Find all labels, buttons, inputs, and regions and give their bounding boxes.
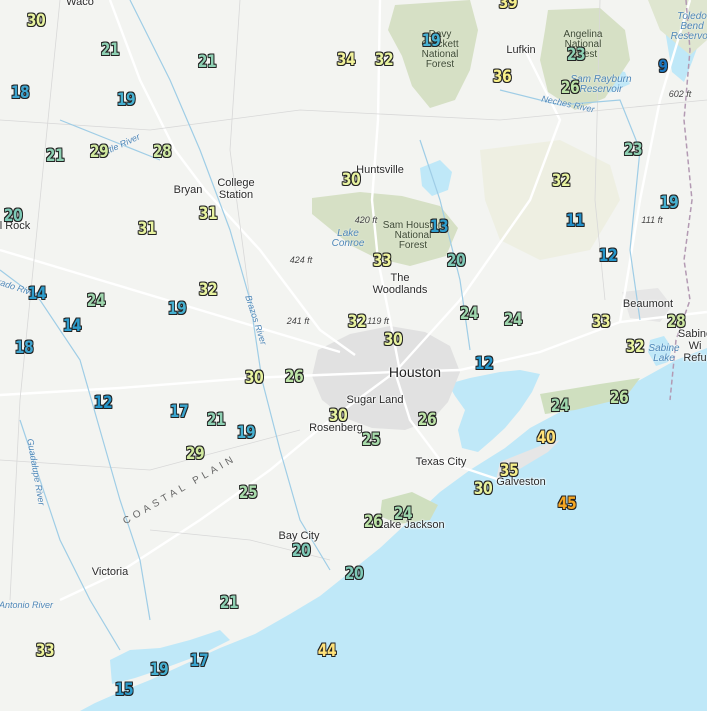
value-marker[interactable]: 24 bbox=[459, 304, 478, 325]
value-marker[interactable]: 24 bbox=[550, 396, 569, 417]
value-marker[interactable]: 30 bbox=[473, 479, 492, 500]
value-marker[interactable]: 30 bbox=[244, 368, 263, 389]
value-marker[interactable]: 21 bbox=[45, 146, 64, 167]
value-marker[interactable]: 32 bbox=[198, 280, 217, 301]
value-marker[interactable]: 20 bbox=[3, 206, 22, 227]
value-marker[interactable]: 24 bbox=[393, 504, 412, 525]
value-marker[interactable]: 12 bbox=[598, 246, 617, 267]
value-marker[interactable]: 33 bbox=[372, 251, 391, 272]
value-marker[interactable]: 21 bbox=[197, 52, 216, 73]
basemap bbox=[0, 0, 707, 711]
value-marker[interactable]: 26 bbox=[560, 78, 579, 99]
value-marker[interactable]: 30 bbox=[26, 11, 45, 32]
value-marker[interactable]: 29 bbox=[185, 444, 204, 465]
value-marker[interactable]: 19 bbox=[659, 193, 678, 214]
value-marker[interactable]: 23 bbox=[566, 45, 585, 66]
value-marker[interactable]: 26 bbox=[363, 512, 382, 533]
value-marker[interactable]: 19 bbox=[236, 423, 255, 444]
value-marker[interactable]: 17 bbox=[169, 402, 188, 423]
value-marker[interactable]: 26 bbox=[609, 388, 628, 409]
value-marker[interactable]: 28 bbox=[666, 312, 685, 333]
value-marker[interactable]: 24 bbox=[86, 291, 105, 312]
value-marker[interactable]: 33 bbox=[591, 312, 610, 333]
value-marker[interactable]: 44 bbox=[317, 641, 336, 662]
value-marker[interactable]: 28 bbox=[152, 142, 171, 163]
value-marker[interactable]: 17 bbox=[189, 651, 208, 672]
davy-crockett-forest bbox=[388, 0, 478, 108]
value-marker[interactable]: 21 bbox=[219, 593, 238, 614]
value-marker[interactable]: 32 bbox=[551, 171, 570, 192]
value-marker[interactable]: 40 bbox=[536, 428, 555, 449]
sabine-lake-shape bbox=[648, 336, 672, 366]
value-marker[interactable]: 26 bbox=[417, 410, 436, 431]
value-marker[interactable]: 30 bbox=[341, 170, 360, 191]
value-marker[interactable]: 20 bbox=[291, 541, 310, 562]
value-marker[interactable]: 21 bbox=[206, 410, 225, 431]
value-marker[interactable]: 33 bbox=[35, 641, 54, 662]
value-marker[interactable]: 19 bbox=[149, 660, 168, 681]
value-marker[interactable]: 15 bbox=[114, 680, 133, 701]
value-marker[interactable]: 31 bbox=[137, 219, 156, 240]
value-marker[interactable]: 39 bbox=[498, 0, 517, 13]
value-marker[interactable]: 12 bbox=[93, 393, 112, 414]
map-view[interactable]: Waco Lufkin Huntsville Bryan College Station… bbox=[0, 0, 707, 711]
value-marker[interactable]: 19 bbox=[421, 31, 440, 52]
value-marker[interactable]: 18 bbox=[10, 83, 29, 104]
value-marker[interactable]: 19 bbox=[167, 299, 186, 320]
value-marker[interactable]: 32 bbox=[347, 312, 366, 333]
value-marker[interactable]: 20 bbox=[446, 251, 465, 272]
value-marker[interactable]: 20 bbox=[344, 564, 363, 585]
value-marker[interactable]: 11 bbox=[565, 211, 584, 232]
value-marker[interactable]: 32 bbox=[625, 337, 644, 358]
value-marker[interactable]: 30 bbox=[383, 330, 402, 351]
lake-livingston-shape bbox=[420, 160, 452, 196]
value-marker[interactable]: 14 bbox=[27, 284, 46, 305]
value-marker[interactable]: 13 bbox=[429, 217, 448, 238]
value-marker[interactable]: 21 bbox=[100, 40, 119, 61]
value-marker[interactable]: 9 bbox=[658, 57, 668, 78]
value-marker[interactable]: 31 bbox=[198, 204, 217, 225]
value-marker[interactable]: 14 bbox=[62, 316, 81, 337]
value-marker[interactable]: 23 bbox=[623, 140, 642, 161]
value-marker[interactable]: 12 bbox=[474, 354, 493, 375]
value-marker[interactable]: 25 bbox=[238, 483, 257, 504]
value-marker[interactable]: 26 bbox=[284, 367, 303, 388]
value-marker[interactable]: 32 bbox=[374, 50, 393, 71]
value-marker[interactable]: 29 bbox=[89, 142, 108, 163]
value-marker[interactable]: 19 bbox=[116, 90, 135, 111]
value-marker[interactable]: 24 bbox=[503, 310, 522, 331]
value-marker[interactable]: 34 bbox=[336, 50, 355, 71]
value-marker[interactable]: 30 bbox=[328, 406, 347, 427]
value-marker[interactable]: 45 bbox=[557, 494, 576, 515]
value-marker[interactable]: 35 bbox=[499, 461, 518, 482]
value-marker[interactable]: 36 bbox=[492, 67, 511, 88]
value-marker[interactable]: 25 bbox=[361, 430, 380, 451]
value-marker[interactable]: 18 bbox=[14, 338, 33, 359]
